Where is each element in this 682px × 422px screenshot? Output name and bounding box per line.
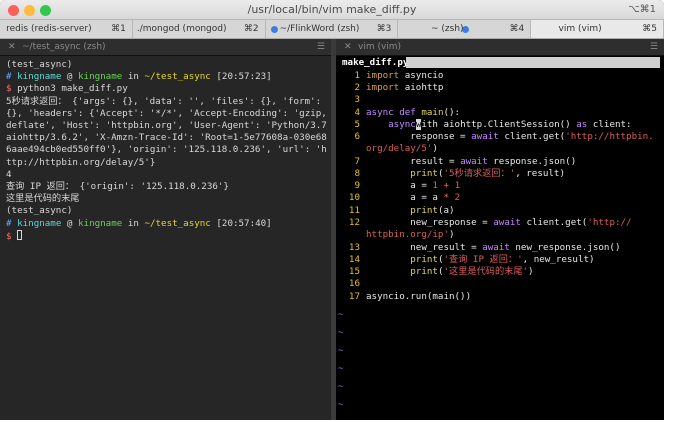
code-line-6: 6 response = await client.get('http://ht… xyxy=(354,131,654,142)
command-output: 4 xyxy=(6,168,12,180)
tab-vim[interactable]: vim (vim) ⌘5 xyxy=(531,20,664,38)
shell-pane[interactable]: (test_async) # kingname @ kingname in ~/… xyxy=(0,56,331,420)
tab-label: redis (redis-server) xyxy=(6,24,92,34)
tab-flinkword[interactable]: ~/FlinkWord (zsh) ⌘3 xyxy=(266,20,399,38)
code-line-14: 14 print('查询 IP 返回：', new_result) xyxy=(348,254,595,265)
code-line-17: 17 asyncio.run(main()) xyxy=(348,291,472,302)
tab-label: ~/FlinkWord (zsh) xyxy=(279,24,360,34)
empty-line-marker: ~ xyxy=(338,309,344,320)
code-line-10: 10 a = a * 2 xyxy=(348,192,461,203)
code-line-9: 9 a = 1 + 1 xyxy=(354,180,461,191)
pane-title: ~/test_async (zsh) xyxy=(22,42,106,52)
text-cursor xyxy=(17,229,23,240)
empty-line-marker: ~ xyxy=(338,399,344,410)
shell-command-line: $ python3 make_diff.py xyxy=(6,83,128,95)
title-bar: /usr/local/bin/vim make_diff.py ⌥⌘1 xyxy=(0,0,664,20)
code-line-12: 12 new_response = await client.get('http… xyxy=(348,217,632,228)
code-line-5: 5 asyncwith aiohttp.ClientSession() as c… xyxy=(354,119,632,130)
tab-bar: redis (redis-server) ⌘1 ./mongod (mongod… xyxy=(0,20,664,39)
venv-label: (test_async) xyxy=(6,59,73,70)
code-line-2: 2 import aiohttp xyxy=(354,82,444,93)
tab-label: ./mongod (mongod) xyxy=(136,24,227,34)
code-line-3: 3 xyxy=(354,94,360,105)
left-pane-header: ✕ ~/test_async (zsh) ☰ xyxy=(0,39,331,56)
right-pane-header: ✕ vim (vim) ☰ xyxy=(336,39,664,56)
close-pane-icon[interactable]: ✕ xyxy=(344,39,352,56)
vim-tabline: make_diff.py xyxy=(342,57,660,68)
shell-prompt: # kingname @ kingname in ~/test_async [2… xyxy=(6,71,272,83)
tab-shortcut: ⌘3 xyxy=(376,24,392,34)
code-line-4: 4 async def main(): xyxy=(354,107,461,118)
tab-redis[interactable]: redis (redis-server) ⌘1 xyxy=(0,20,133,38)
tab-mongod[interactable]: ./mongod (mongod) ⌘2 xyxy=(133,20,266,38)
empty-line-marker: ~ xyxy=(338,345,344,356)
vim-tabline-fill xyxy=(406,57,660,68)
pane-menu-icon[interactable]: ☰ xyxy=(317,39,325,56)
code-line-6-wrap: org/delay/5') xyxy=(366,143,438,154)
shell-input-line[interactable]: $ xyxy=(6,229,331,242)
terminal-window: /usr/local/bin/vim make_diff.py ⌥⌘1 redi… xyxy=(0,0,664,420)
code-line-12-wrap: httpbin.org/ip') xyxy=(366,229,455,240)
vim-editor[interactable]: make_diff.py 1 import asyncio 2 import aio… xyxy=(336,56,664,420)
tab-shortcut: ⌘5 xyxy=(642,24,657,34)
code-line-8: 8 print('5秒请求返回：', result) xyxy=(354,168,565,179)
code-line-11: 11 print(a) xyxy=(348,205,455,216)
empty-line-marker: ~ xyxy=(338,363,344,374)
tab-shortcut: ⌘1 xyxy=(111,24,126,34)
venv-label: (test_async) xyxy=(6,205,73,217)
pane-title: vim (vim) xyxy=(358,42,402,52)
code-line-13: 13 new_result = await new_response.json(… xyxy=(348,242,621,253)
empty-line-marker: ~ xyxy=(338,327,344,338)
window-title: /usr/local/bin/vim make_diff.py xyxy=(247,3,417,16)
pane-menu-icon[interactable]: ☰ xyxy=(650,39,658,56)
tab-shortcut: ⌘2 xyxy=(243,24,259,34)
tab-shortcut: ⌘4 xyxy=(509,24,525,34)
tab-label: ~ (zsh) xyxy=(431,24,464,34)
window-shortcut: ⌥⌘1 xyxy=(628,4,656,15)
empty-line-marker: ~ xyxy=(338,381,344,392)
close-pane-icon[interactable]: ✕ xyxy=(8,39,16,56)
command-output: 这里是代码的末尾 xyxy=(6,193,80,205)
tab-home-zsh[interactable]: ~ (zsh) ⌘4 xyxy=(398,20,532,38)
code-line-16: 16 xyxy=(348,278,360,289)
code-line-7: 7 result = await response.json() xyxy=(354,156,577,167)
command-output: 查询 IP 返回： {'origin': '125.118.0.236'} xyxy=(6,180,229,192)
shell-prompt: # kingname @ kingname in ~/test_async [2… xyxy=(6,217,272,229)
vim-filename: make_diff.py xyxy=(342,57,413,68)
command-output: 5秒请求返回： {'args': {}, 'data': '', 'files'… xyxy=(6,95,327,168)
tab-label: vim (vim) xyxy=(558,24,602,34)
code-line-15: 15 print('这里是代码的末尾') xyxy=(348,266,534,277)
code-line-1: 1 import asyncio xyxy=(354,70,444,81)
